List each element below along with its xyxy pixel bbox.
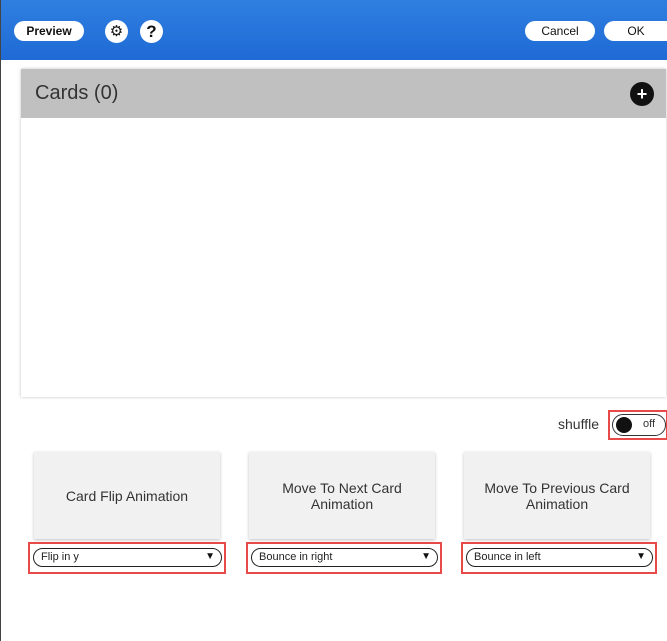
previous-card-animation-tile: Move To Previous Card Animation (464, 452, 650, 539)
add-card-button[interactable]: + (630, 82, 654, 106)
plus-icon: + (636, 84, 648, 104)
dropdown-arrow-icon: ▼ (421, 551, 431, 562)
shuffle-label: shuffle (558, 416, 599, 432)
next-card-animation-select[interactable]: Bounce in right ▼ (251, 548, 438, 567)
gear-icon: ⚙ (109, 23, 124, 40)
select-value: Bounce in right (259, 551, 333, 563)
cards-header: Cards (0) + (21, 69, 666, 118)
shuffle-toggle[interactable]: off (612, 414, 666, 436)
preview-button[interactable]: Preview (14, 21, 84, 41)
settings-button[interactable]: ⚙ (105, 20, 128, 43)
tile-title: Card Flip Animation (65, 487, 189, 504)
help-icon: ? (146, 22, 157, 41)
next-card-animation-tile: Move To Next Card Animation (249, 452, 435, 539)
dropdown-arrow-icon: ▼ (205, 551, 215, 562)
dropdown-arrow-icon: ▼ (636, 551, 646, 562)
editor-window: Preview ⚙ ? Cancel OK Cards (0) + shuffl… (0, 0, 667, 641)
tile-title: Move To Previous Card Animation (484, 479, 630, 512)
ok-button[interactable]: OK (604, 21, 667, 41)
cancel-button[interactable]: Cancel (525, 21, 595, 41)
previous-card-animation-select[interactable]: Bounce in left ▼ (466, 548, 653, 567)
cards-title: Cards (0) (35, 82, 119, 104)
toggle-knob (616, 417, 632, 433)
tile-title: Move To Next Card Animation (282, 479, 402, 512)
select-value: Flip in y (41, 551, 79, 563)
card-flip-animation-tile: Card Flip Animation (34, 452, 220, 539)
card-flip-animation-select[interactable]: Flip in y ▼ (33, 548, 222, 567)
select-value: Bounce in left (474, 551, 541, 563)
help-button[interactable]: ? (140, 20, 163, 43)
toolbar: Preview ⚙ ? Cancel OK (1, 0, 667, 60)
cards-panel: Cards (0) + (21, 69, 666, 397)
toggle-state: off (643, 418, 656, 430)
